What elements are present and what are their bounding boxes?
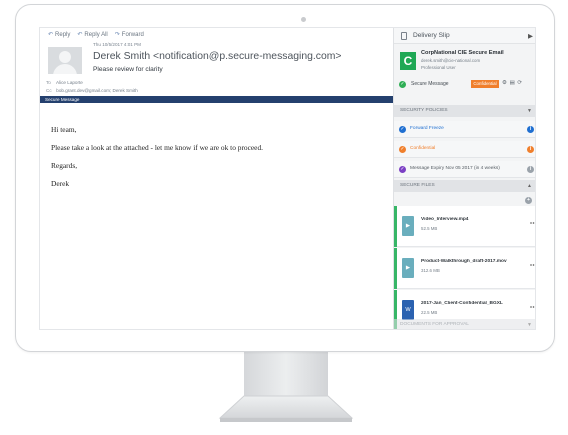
more-menu-icon[interactable]: ⋮ (529, 303, 535, 311)
documents-approval-header[interactable]: DOCUMENTS FOR APPROVAL ▼ (394, 319, 535, 329)
documents-approval-label: DOCUMENTS FOR APPROVAL (400, 322, 469, 327)
body-line: Please take a look at the attached - let… (51, 143, 263, 152)
file-name: Product-Walkthrough_draft-2017.mov (421, 259, 507, 264)
body-greeting: Hi team, (51, 125, 77, 134)
expand-arrow-icon[interactable]: ▶ (528, 32, 533, 40)
info-icon[interactable]: i (527, 126, 534, 133)
delivery-slip-sidebar: Delivery Slip ▶ C CorpNational CIE Secur… (393, 28, 535, 329)
forward-label: Forward (121, 31, 144, 38)
settings-icons[interactable]: ⚙ ▤ ⟳ (502, 80, 523, 86)
more-menu-icon[interactable]: ⋮ (529, 219, 535, 227)
delivery-slip-title: Delivery Slip (413, 32, 450, 39)
cc-row: Cc bob.grant.dev@gmail.com; Derek Smith (46, 88, 138, 93)
screen: ↶ Reply ↶ Reply All ↷ Forward Thu 10/5/2… (39, 27, 536, 330)
body-closing: Regards, (51, 161, 78, 170)
policy-label: Message Expiry Nov 05 2017 (in 4 weeks) (410, 166, 500, 171)
reply-all-button[interactable]: ↶ Reply All (77, 31, 108, 39)
check-icon: ✓ (399, 146, 406, 153)
policy-label: Confidential (410, 146, 436, 151)
avatar (48, 47, 82, 74)
forward-icon: ↷ (114, 32, 120, 38)
video-file-icon: ▶ (402, 216, 414, 236)
file-status-stripe (394, 206, 397, 247)
body-signature: Derek (51, 179, 70, 188)
email-toolbar: ↶ Reply ↶ Reply All ↷ Forward (48, 31, 144, 39)
desktop-mockup: ↶ Reply ↶ Reply All ↷ Forward Thu 10/5/2… (0, 0, 568, 435)
policy-row[interactable]: ✓ Confidential i (394, 141, 535, 158)
file-size: 52.5 MB (421, 226, 438, 231)
file-size: 312.6 MB (421, 268, 440, 273)
org-logo: C (400, 52, 416, 70)
org-email: derek.smith@cie-national.com (421, 58, 481, 63)
reply-all-label: Reply All (84, 31, 108, 38)
more-menu-icon[interactable]: ⋮ (529, 261, 535, 269)
to-label: To (46, 80, 51, 85)
policy-row[interactable]: ✓ Forward Freeze i (394, 121, 535, 138)
policy-label: Forward Freeze (410, 126, 444, 131)
document-icon (401, 32, 407, 40)
cc-label: Cc (46, 88, 52, 93)
file-status-stripe (394, 248, 397, 289)
secure-check-icon: ✓ (399, 81, 406, 88)
secure-status-row: ✓ Secure Message Confidential ⚙ ▤ ⟳ (394, 79, 535, 91)
avatar-head (59, 51, 71, 63)
secure-files-label: SECURE FILES (400, 183, 435, 188)
file-name: Video_Interview.mp4 (421, 217, 469, 222)
file-row[interactable]: ▶ Video_Interview.mp4 52.5 MB ⋮ (394, 206, 535, 247)
reply-button[interactable]: ↶ Reply (48, 31, 71, 39)
policy-row[interactable]: ✓ Message Expiry Nov 05 2017 (in 4 weeks… (394, 161, 535, 178)
email-subject: Please review for clarity (93, 66, 163, 73)
confidential-badge: Confidential (471, 80, 499, 88)
security-policies-header[interactable]: SECURITY POLICIES ▼ (394, 105, 535, 117)
check-icon: ✓ (399, 166, 406, 173)
sender-name: Derek Smith <notification@p.secure-messa… (93, 51, 342, 62)
avatar-body (53, 64, 77, 74)
video-file-icon: ▶ (402, 258, 414, 278)
info-icon[interactable]: i (527, 146, 534, 153)
to-value[interactable]: Alice Laporte (56, 80, 83, 85)
security-policies-label: SECURITY POLICIES (400, 108, 448, 113)
file-size: 22.5 MB (421, 310, 438, 315)
check-icon: ✓ (399, 126, 406, 133)
secure-files-header[interactable]: SECURE FILES ▲ (394, 180, 535, 192)
chevron-up-icon: ▲ (527, 183, 532, 189)
file-row[interactable]: ▶ Product-Walkthrough_draft-2017.mov 312… (394, 248, 535, 289)
reply-icon: ↶ (48, 32, 54, 38)
email-date: Thu 10/5/2017 4:01 PM (93, 42, 142, 47)
reply-label: Reply (55, 31, 71, 38)
delivery-slip-header[interactable]: Delivery Slip ▶ (394, 28, 535, 44)
word-file-icon: W (402, 300, 414, 320)
camera-dot (301, 17, 306, 22)
info-icon[interactable]: i (527, 166, 534, 173)
reply-all-icon: ↶ (77, 32, 83, 38)
chevron-down-icon: ▼ (527, 108, 532, 114)
org-role: Professional User (421, 65, 456, 70)
chevron-down-icon: ▼ (527, 322, 532, 328)
forward-button[interactable]: ↷ Forward (114, 31, 144, 39)
add-file-icon[interactable]: + (525, 197, 532, 204)
email-pane: ↶ Reply ↶ Reply All ↷ Forward Thu 10/5/2… (40, 28, 393, 329)
cc-value[interactable]: bob.grant.dev@gmail.com; Derek Smith (56, 88, 138, 93)
secure-label: Secure Message (411, 81, 449, 87)
file-name: 2017-Jan_Client-Confidential_BGXL (421, 301, 503, 306)
org-name: CorpNational CIE Secure Email (421, 50, 504, 56)
secure-message-bar: Secure Message (40, 96, 393, 103)
to-row: To Alice Laporte (46, 80, 83, 85)
